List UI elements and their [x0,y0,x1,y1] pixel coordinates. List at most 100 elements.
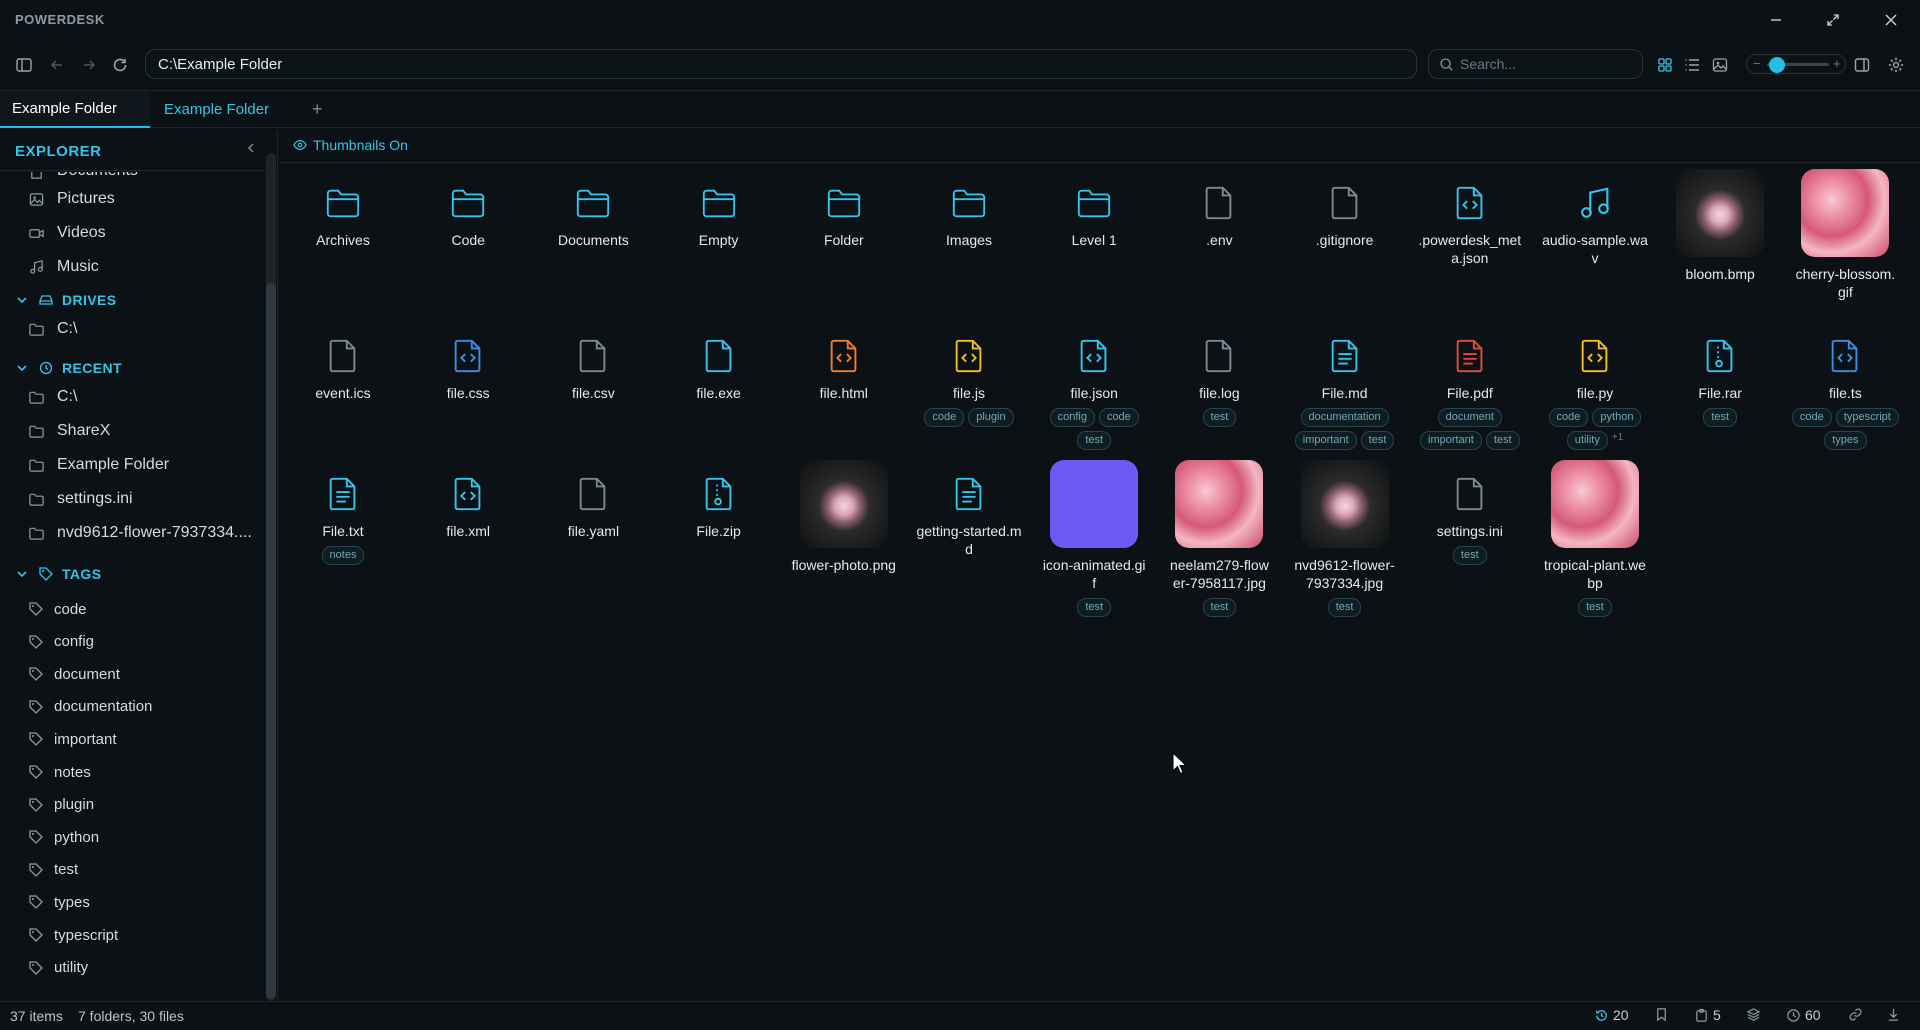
file-tag[interactable]: test [1360,431,1395,450]
back-button[interactable] [45,53,69,77]
maximize-button[interactable] [1818,8,1848,32]
sidebar-item-pictures[interactable]: Pictures [28,184,115,214]
sidebar-tag-notes[interactable]: notes [28,758,91,786]
section-drives[interactable]: DRIVES [14,287,117,313]
preview-pane-button[interactable] [1850,53,1874,77]
tab-example-folder-1[interactable]: Example Folder [0,91,150,128]
file-tag[interactable]: utility [1566,431,1608,450]
refresh-button[interactable] [108,53,132,77]
file-tag[interactable]: test [1485,431,1520,450]
file-item[interactable]: File.txt notes [287,460,399,565]
search-box[interactable] [1428,49,1643,79]
file-item[interactable]: Documents [537,169,649,249]
sidebar-tag-python[interactable]: python [28,823,99,851]
file-item[interactable]: file.css [412,322,524,402]
file-item[interactable]: Code [412,169,524,249]
file-tag[interactable]: test [1202,408,1237,427]
file-item[interactable]: audio-sample.wav [1539,169,1651,267]
file-tag[interactable]: important [1420,431,1482,450]
recent-item-settings-ini[interactable]: settings.ini [28,484,133,514]
sidebar-tag-config[interactable]: config [28,628,94,656]
sidebar-tag-utility[interactable]: utility [28,954,88,982]
bookmark-button[interactable] [1654,1007,1669,1022]
file-item[interactable]: flower-photo.png [788,460,900,574]
file-item[interactable]: .env [1163,169,1275,249]
file-item[interactable]: nvd9612-flower-7937334.jpg test [1289,460,1401,617]
file-item[interactable]: File.pdf document important test [1414,322,1526,450]
file-tag[interactable]: test [1578,598,1612,617]
sidebar-tag-test[interactable]: test [28,856,78,884]
sidebar-item-videos[interactable]: Videos [28,218,106,248]
recent-item-sharex[interactable]: ShareX [28,416,110,446]
file-tag[interactable]: code [1098,408,1139,427]
file-tag[interactable]: document [1437,408,1502,427]
recent-item-example-folder[interactable]: Example Folder [28,450,169,480]
file-item[interactable]: getting-started.md [913,460,1025,558]
collapse-sidebar-button[interactable] [245,141,257,160]
sidebar-item-music[interactable]: Music [28,252,99,282]
file-item[interactable]: file.html [788,322,900,402]
file-tag[interactable]: test [1202,598,1237,617]
list-view-button[interactable] [1680,53,1704,77]
file-item[interactable]: cherry-blossom.gif [1789,169,1901,301]
file-item[interactable]: .gitignore [1289,169,1401,249]
settings-button[interactable] [1884,53,1908,77]
file-item[interactable]: bloom.bmp [1664,169,1776,283]
sidebar-scrollbar-thumb[interactable] [266,283,276,999]
file-tag[interactable]: test [1327,598,1362,617]
sidebar-tag-important[interactable]: important [28,725,117,753]
section-tags[interactable]: TAGS [14,561,101,587]
file-tag[interactable]: python [1592,408,1642,427]
file-tag[interactable]: code [1548,408,1589,427]
file-item[interactable]: tropical-plant.webp test [1539,460,1651,617]
file-tag[interactable]: config [1049,408,1095,427]
file-tag[interactable]: types [1824,431,1867,450]
tab-example-folder-2[interactable]: Example Folder [152,91,302,128]
file-item[interactable]: File.zip [663,460,775,540]
file-item[interactable]: file.ts code typescript types [1789,322,1901,450]
file-item[interactable]: Images [913,169,1025,249]
sidebar-scroll-area[interactable]: Documents Pictures Videos Music DRIVES C… [0,172,265,1001]
file-tag[interactable]: code [924,408,965,427]
sidebar-tag-documentation[interactable]: documentation [28,693,152,721]
history-button[interactable]: 20 [1594,1007,1629,1023]
recent-item-drive-c[interactable]: C:\ [28,382,77,412]
file-tag[interactable]: plugin [968,408,1014,427]
new-tab-button[interactable]: + [312,99,323,120]
file-item[interactable]: file.exe [663,322,775,402]
file-item[interactable]: file.js code plugin [913,322,1025,427]
file-item[interactable]: file.xml [412,460,524,540]
sidebar-tag-plugin[interactable]: plugin [28,791,94,819]
file-tag[interactable]: typescript [1835,408,1899,427]
grid-view-button[interactable] [1653,53,1677,77]
minimize-button[interactable] [1761,8,1791,32]
file-item[interactable]: Archives [287,169,399,249]
gallery-view-button[interactable] [1708,53,1732,77]
file-tag[interactable]: important [1294,431,1357,450]
sidebar-item-drive-c[interactable]: C:\ [28,314,77,344]
file-item[interactable]: neelam279-flower-7958117.jpg test [1163,460,1275,617]
close-button[interactable] [1876,8,1906,32]
file-item[interactable]: icon-animated.gif test [1038,460,1150,617]
sidebar-tag-code[interactable]: code [28,595,87,623]
sidebar-tag-typescript[interactable]: typescript [28,921,118,949]
section-recent[interactable]: RECENT [14,355,122,381]
toggle-sidebar-button[interactable] [12,53,36,77]
file-item[interactable]: file.py code python utility +1 [1539,322,1651,450]
file-tag[interactable]: test [1703,408,1738,427]
file-tag[interactable]: notes [321,546,365,565]
link-button[interactable] [1848,1007,1863,1022]
file-item[interactable]: event.ics [287,322,399,402]
file-item[interactable]: file.log test [1163,322,1275,427]
address-bar[interactable]: C:\Example Folder [145,49,1417,79]
file-tag[interactable]: test [1077,598,1112,617]
file-item[interactable]: Empty [663,169,775,249]
file-item[interactable]: file.yaml [537,460,649,540]
recent-activity-button[interactable]: 60 [1786,1007,1821,1023]
sidebar-tag-document[interactable]: document [28,660,120,688]
recent-item-nvd9612[interactable]: nvd9612-flower-7937334.... [28,518,252,548]
zoom-slider[interactable]: − + [1746,54,1846,74]
clipboard-button[interactable]: 5 [1694,1007,1721,1023]
file-tag[interactable]: test [1452,546,1487,565]
file-tag[interactable]: test [1077,431,1112,450]
